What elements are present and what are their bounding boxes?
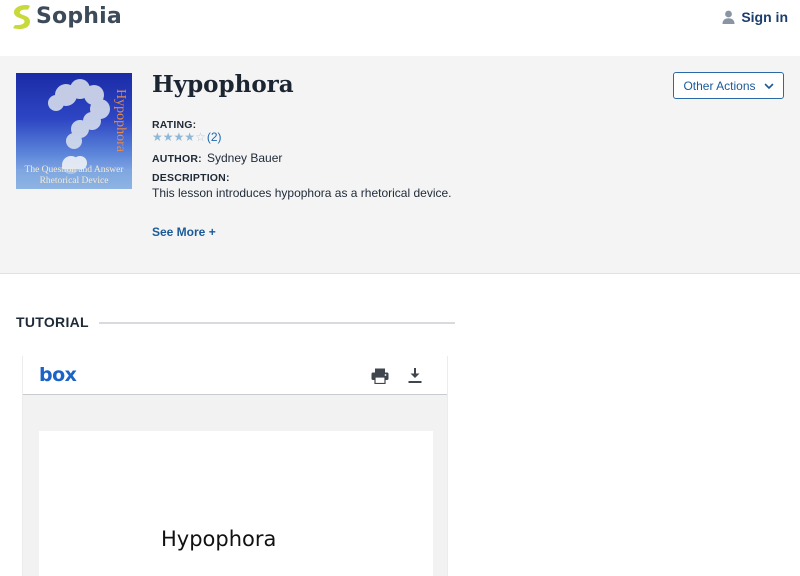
viewer-toolbar: box	[23, 356, 447, 395]
chevron-down-icon	[764, 83, 773, 89]
document-page: Hypophora	[39, 431, 433, 576]
description-label: DESCRIPTION:	[152, 172, 230, 184]
thumbnail-caption-line1: The Question and Answer	[24, 165, 124, 175]
download-icon[interactable]	[407, 367, 423, 384]
author-label: AUTHOR:	[152, 153, 202, 165]
rating-count[interactable]: (2)	[207, 130, 222, 144]
see-more-link[interactable]: See More +	[152, 225, 216, 239]
sign-in-link[interactable]: Sign in	[722, 9, 788, 25]
lesson-panel: Hypophora The Question and Answer Rhetor…	[0, 56, 800, 274]
thumbnail-caption-line2: Rhetorical Device	[39, 176, 109, 186]
user-icon	[722, 10, 735, 24]
thumbnail-side-text: Hypophora	[113, 89, 128, 152]
top-bar: Sophia Sign in	[0, 0, 800, 56]
print-icon[interactable]	[371, 368, 389, 384]
star-filled-icon: ★	[152, 130, 163, 144]
tutorial-heading: TUTORIAL	[16, 314, 89, 330]
thumbnail-caption: The Question and Answer Rhetorical Devic…	[16, 165, 132, 187]
author-name: Sydney Bauer	[207, 151, 283, 165]
other-actions-button[interactable]: Other Actions	[673, 72, 784, 99]
section-divider	[99, 322, 455, 324]
star-filled-icon: ★	[173, 130, 185, 144]
star-filled-icon: ★	[184, 130, 196, 144]
other-actions-label: Other Actions	[683, 78, 756, 93]
sign-in-label: Sign in	[741, 9, 788, 25]
rating-stars[interactable]: ★ ★ ★ ★ ☆ (2)	[152, 130, 222, 144]
box-logo[interactable]: box	[39, 364, 77, 386]
star-empty-icon: ☆	[195, 130, 206, 144]
sophia-logo-icon	[13, 5, 30, 29]
document-title: Hypophora	[161, 527, 277, 551]
brand-name: Sophia	[36, 4, 122, 29]
lesson-thumbnail: Hypophora The Question and Answer Rhetor…	[16, 73, 132, 189]
lesson-title: Hypophora	[152, 71, 294, 98]
sophia-logo[interactable]: Sophia	[10, 3, 122, 30]
star-filled-icon: ★	[162, 130, 174, 144]
box-document-viewer[interactable]: box Hypophora	[22, 356, 448, 576]
star-row: ★ ★ ★ ★ ☆	[152, 130, 206, 144]
description-text: This lesson introduces hypophora as a rh…	[152, 186, 452, 200]
